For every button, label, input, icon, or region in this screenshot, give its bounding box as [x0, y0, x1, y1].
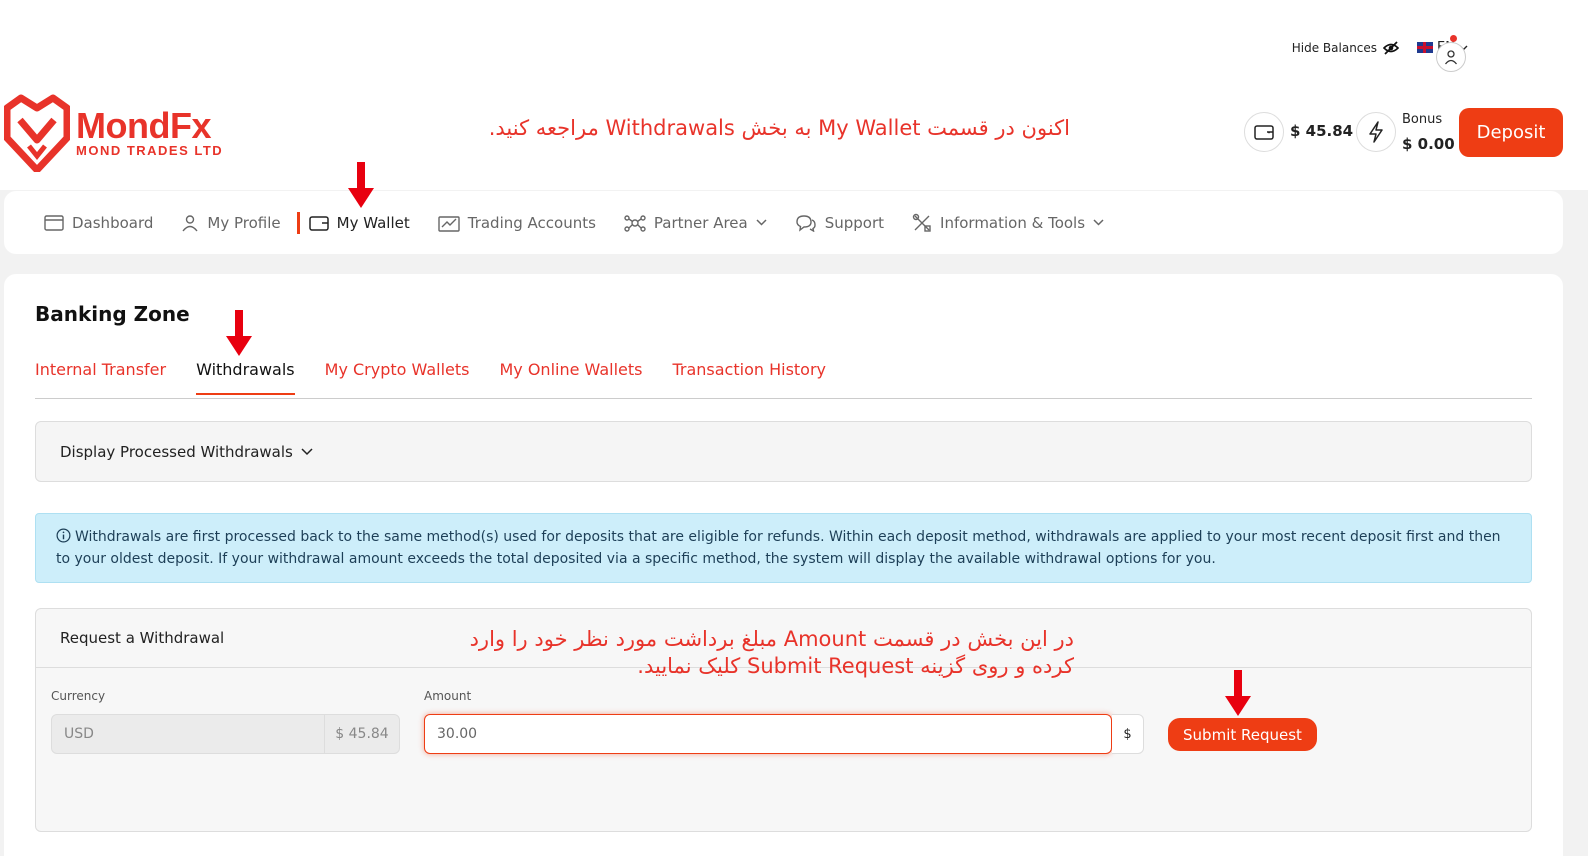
annotation-line-2: کرده و روی گزینه Submit Request کلیک نما… — [637, 654, 1074, 678]
tab-transaction-history[interactable]: Transaction History — [672, 360, 826, 395]
wallet-button[interactable] — [1244, 112, 1284, 152]
tab-my-crypto-wallets[interactable]: My Crypto Wallets — [325, 360, 470, 395]
user-icon — [182, 214, 198, 231]
wallet-icon — [1254, 125, 1274, 140]
tab-withdrawals[interactable]: Withdrawals — [196, 360, 295, 395]
trading-chart-icon — [438, 215, 460, 232]
header-background — [0, 0, 1588, 190]
nav-item-my-wallet[interactable]: My Wallet — [296, 211, 410, 234]
user-icon — [1444, 50, 1458, 65]
bonus-label: Bonus — [1402, 112, 1443, 127]
processed-withdrawals-toggle[interactable]: Display Processed Withdrawals — [35, 421, 1532, 482]
currency-field: USD $ 45.84 — [51, 714, 400, 754]
banking-zone-panel: Banking Zone Internal Transfer Withdrawa… — [4, 274, 1563, 856]
wallet-icon — [308, 215, 329, 231]
nav-item-partner-area[interactable]: Partner Area — [624, 214, 767, 232]
banking-tabs: Internal Transfer Withdrawals My Crypto … — [35, 360, 826, 395]
uk-flag-icon — [1417, 42, 1434, 53]
nav-label-my-wallet: My Wallet — [336, 213, 410, 232]
deposit-button[interactable]: Deposit — [1459, 108, 1563, 157]
amount-currency-addon: $ — [1112, 714, 1144, 754]
chevron-down-icon — [301, 447, 313, 455]
tab-my-online-wallets[interactable]: My Online Wallets — [499, 360, 642, 395]
wallet-balance: $ 45.84 — [1290, 122, 1354, 140]
arrow-down-icon — [1225, 670, 1251, 716]
currency-label: Currency — [51, 689, 106, 703]
annotation-instructions: در این بخش در قسمت Amount مبلغ برداشت مو… — [380, 626, 1074, 680]
nav-item-my-profile[interactable]: My Profile — [181, 213, 281, 232]
hide-balances-toggle[interactable]: Hide Balances — [1291, 40, 1400, 55]
info-text: Withdrawals are first processed back to … — [56, 529, 1501, 567]
logo-name: MondFx — [76, 105, 211, 146]
nav-label-dashboard: Dashboard — [72, 213, 154, 232]
eye-off-icon — [1383, 40, 1400, 55]
tabs-divider — [35, 398, 1532, 399]
brand-logo[interactable]: MondFx MOND TRADES LTD — [4, 94, 223, 172]
chevron-down-icon — [756, 219, 767, 226]
logo-tagline: MOND TRADES LTD — [76, 143, 224, 158]
annotation-line-1: در این بخش در قسمت Amount مبلغ برداشت مو… — [469, 627, 1074, 651]
bonus-button[interactable] — [1356, 112, 1396, 152]
submit-request-button[interactable]: Submit Request — [1168, 718, 1317, 751]
amount-label: Amount — [424, 689, 472, 703]
lightning-icon — [1369, 121, 1383, 143]
chat-icon — [796, 214, 816, 232]
nav-label-support: Support — [824, 213, 885, 232]
arrow-down-icon — [226, 310, 252, 356]
annotation-top: اکنون در قسمت My Wallet به بخش Withdrawa… — [488, 116, 1070, 140]
nav-label-trading-accounts: Trading Accounts — [467, 213, 596, 232]
withdrawal-info-alert: Withdrawals are first processed back to … — [35, 513, 1532, 583]
main-nav: Dashboard My Profile My Wallet Trading A… — [4, 191, 1563, 254]
network-icon — [624, 214, 646, 232]
hide-balances-label: Hide Balances — [1291, 40, 1378, 55]
nav-label-partner-area: Partner Area — [653, 213, 748, 232]
chevron-down-icon — [1093, 219, 1104, 226]
arrow-down-icon — [348, 162, 374, 208]
page-title: Banking Zone — [35, 302, 190, 326]
amount-input[interactable] — [424, 714, 1112, 754]
notification-dot — [1450, 35, 1457, 42]
info-icon — [56, 528, 71, 543]
processed-withdrawals-label: Display Processed Withdrawals — [60, 442, 293, 461]
currency-balance: $ 45.84 — [324, 715, 399, 753]
user-avatar-button[interactable] — [1436, 42, 1466, 72]
tools-icon — [912, 213, 931, 232]
nav-item-dashboard[interactable]: Dashboard — [44, 214, 153, 232]
tab-internal-transfer[interactable]: Internal Transfer — [35, 360, 166, 395]
dashboard-icon — [44, 214, 64, 231]
nav-label-my-profile: My Profile — [207, 213, 281, 232]
bonus-value: $ 0.00 — [1402, 135, 1455, 153]
nav-item-trading-accounts[interactable]: Trading Accounts — [438, 214, 596, 232]
nav-item-support[interactable]: Support — [795, 214, 884, 232]
currency-value: USD — [64, 726, 94, 742]
mondfx-logo-icon — [4, 94, 70, 172]
nav-label-information-tools: Information & Tools — [940, 213, 1086, 232]
nav-item-information-tools[interactable]: Information & Tools — [912, 213, 1104, 233]
